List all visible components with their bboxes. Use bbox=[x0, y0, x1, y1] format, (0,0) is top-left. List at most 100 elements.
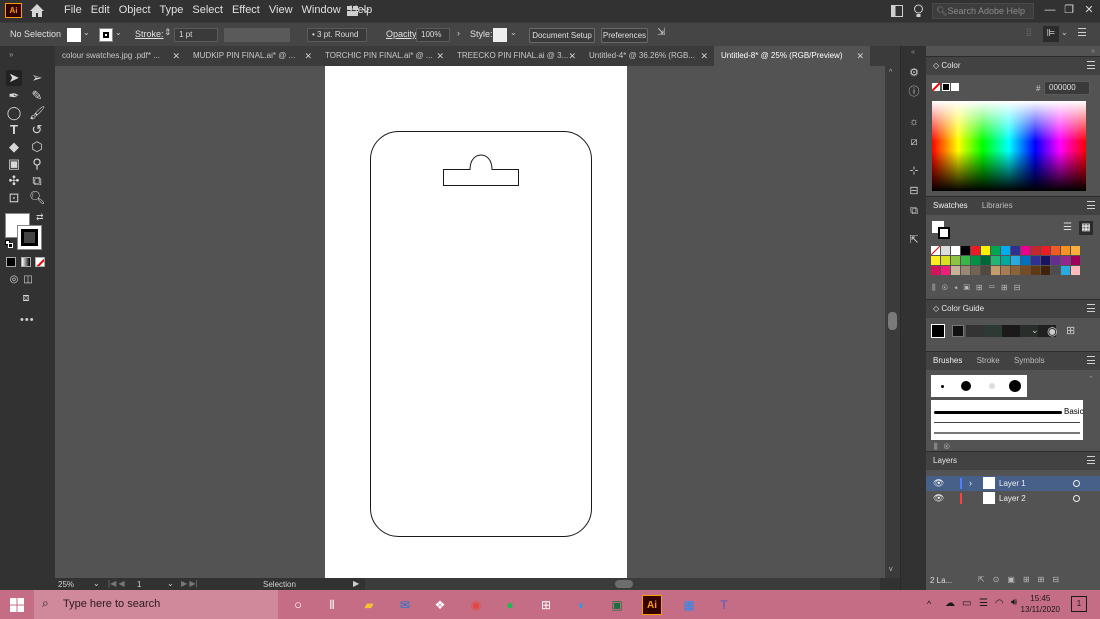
menu-file[interactable]: File bbox=[64, 4, 87, 16]
brush-list[interactable]: Basic bbox=[931, 400, 1084, 440]
control-menu-icon[interactable] bbox=[1078, 28, 1088, 37]
selection-tool-icon[interactable]: ➤ bbox=[6, 70, 22, 86]
target-circle-icon[interactable] bbox=[1073, 480, 1080, 487]
brush-presets[interactable] bbox=[931, 375, 1027, 397]
tab-brushes[interactable]: Brushes bbox=[933, 352, 962, 370]
artboard[interactable] bbox=[325, 66, 627, 578]
screen-mode-icon[interactable]: ◫ bbox=[20, 272, 36, 288]
layer-row-1[interactable]: 👁︎ › Layer 1 bbox=[926, 476, 1100, 491]
guide-swatch-1[interactable] bbox=[952, 325, 964, 337]
dropbox-icon[interactable]: ❖ bbox=[430, 595, 450, 615]
brush-scrollbar[interactable]: ⌃ bbox=[1088, 375, 1097, 440]
eyedropper-tool-icon[interactable]: ⚲ bbox=[29, 156, 45, 172]
next-artboard-icon[interactable]: ▶ ▶| bbox=[181, 579, 198, 588]
variable-width-profile[interactable] bbox=[224, 28, 290, 42]
paintbrush-tool-icon[interactable]: 🖌︎ bbox=[29, 105, 46, 121]
artboard-number[interactable]: 1 bbox=[137, 580, 141, 589]
opacity-chevron-icon[interactable]: › bbox=[457, 28, 460, 38]
layers-panel-menu-icon[interactable] bbox=[1087, 456, 1095, 464]
graphic-style-swatch[interactable] bbox=[493, 28, 507, 42]
strip-collapse-icon[interactable]: « bbox=[911, 49, 915, 56]
tab-symbols[interactable]: Symbols bbox=[1014, 352, 1045, 370]
pen-tool-icon[interactable]: ✒ bbox=[6, 88, 22, 104]
artboard-tool-icon[interactable]: ⊡ bbox=[6, 190, 22, 206]
menu-type[interactable]: Type bbox=[160, 4, 189, 16]
ellipse-tool-icon[interactable]: ◯ bbox=[6, 105, 22, 121]
minimize-button[interactable]: — bbox=[1043, 3, 1057, 17]
teams-icon[interactable]: T bbox=[714, 595, 734, 615]
menu-edit[interactable]: Edit bbox=[91, 4, 115, 16]
harmony-chevron-icon[interactable]: ⌄ bbox=[1031, 325, 1039, 336]
close-tab-icon[interactable]: ✕ bbox=[436, 46, 444, 66]
save-color-group-icon[interactable]: ⊞ bbox=[1066, 324, 1075, 337]
grid-view-icon[interactable]: ▦ bbox=[1079, 221, 1093, 235]
tab-untitled-8[interactable]: Untitled-8* @ 25% (RGB/Preview) ✕ bbox=[714, 46, 870, 66]
list-view-icon[interactable]: ☰ bbox=[1063, 223, 1074, 233]
export-icon[interactable]: ⇱ bbox=[907, 233, 921, 247]
rotate-tool-icon[interactable]: ↺ bbox=[29, 122, 45, 138]
opacity-label[interactable]: Opacity: bbox=[386, 29, 419, 39]
layers-footer-icons[interactable]: ⇱⊙▣⊞⊞⊟ bbox=[978, 575, 1096, 584]
stroke-dropdown-chevron-icon[interactable]: ⌄ bbox=[115, 28, 126, 42]
color-mode-icon[interactable] bbox=[6, 257, 16, 267]
stroke-weight-field[interactable]: 1 pt bbox=[174, 28, 218, 42]
stroke-stepper-icon[interactable]: ⇕ bbox=[164, 27, 172, 38]
home-icon[interactable] bbox=[29, 3, 45, 18]
canvas-area[interactable] bbox=[55, 66, 885, 578]
vertical-scrollbar[interactable]: ^ v bbox=[885, 66, 900, 578]
artboard-chevron-icon[interactable]: ⌄ bbox=[167, 579, 174, 588]
mail-icon[interactable]: ✉ bbox=[395, 595, 415, 615]
close-tab-icon[interactable]: ✕ bbox=[304, 46, 312, 66]
zoom-tool-icon[interactable]: 🔍︎ bbox=[29, 190, 46, 206]
zoom-chevron-icon[interactable]: ⌄ bbox=[93, 579, 100, 588]
appearance-icon[interactable]: ☼ bbox=[907, 115, 921, 129]
tab-libraries[interactable]: Libraries bbox=[982, 197, 1013, 215]
harmony-swatches[interactable] bbox=[966, 325, 1056, 337]
opacity-field[interactable]: 100% bbox=[416, 28, 450, 42]
visibility-eye-icon[interactable]: 👁︎ bbox=[933, 491, 944, 506]
layer-row-2[interactable]: 👁︎ Layer 2 bbox=[926, 491, 1100, 506]
swatches-panel-menu-icon[interactable] bbox=[1087, 201, 1095, 209]
close-tab-icon[interactable]: ✕ bbox=[568, 46, 576, 66]
tab-stroke[interactable]: Stroke bbox=[977, 352, 1000, 370]
excel-icon[interactable]: ▣ bbox=[607, 595, 627, 615]
color-spectrum[interactable] bbox=[932, 101, 1086, 191]
menu-window[interactable]: Window bbox=[302, 4, 346, 16]
horizontal-scroll-thumb[interactable] bbox=[615, 580, 633, 588]
search-adobe-help-input[interactable]: 🔍︎Search Adobe Help bbox=[932, 3, 1034, 19]
layer-name[interactable]: Layer 1 bbox=[999, 476, 1026, 491]
tab-untitled-4[interactable]: Untitled-4* @ 36.26% (RGB... ✕ bbox=[582, 46, 714, 66]
horizontal-scrollbar[interactable] bbox=[365, 578, 880, 590]
workspace-switcher-icon[interactable] bbox=[346, 4, 372, 18]
artboards-icon[interactable]: ⧉ bbox=[907, 204, 921, 218]
grid-icon[interactable]: ⁞⁞ bbox=[1026, 28, 1032, 39]
tab-treecko[interactable]: TREECKO PIN FINAL.ai @ 3... ✕ bbox=[450, 46, 582, 66]
zoom-level[interactable]: 25% bbox=[58, 580, 74, 589]
black-color-icon[interactable] bbox=[942, 83, 950, 91]
expand-chevron-icon[interactable]: › bbox=[969, 476, 972, 491]
close-button[interactable]: ✕ bbox=[1082, 3, 1096, 17]
align-icon[interactable]: ⊹ bbox=[907, 164, 921, 178]
first-artboard-icon[interactable]: |◀ ◀ bbox=[108, 579, 125, 588]
brush-definition-dropdown[interactable]: • 3 pt. Round bbox=[307, 28, 367, 42]
task-view-icon[interactable]: ⫴ bbox=[322, 595, 342, 615]
pin-card-outline[interactable] bbox=[325, 66, 627, 578]
taskbar-clock[interactable]: 15:45 13/11/2020 bbox=[1021, 593, 1060, 615]
eraser-tool-icon[interactable]: ◆ bbox=[6, 139, 22, 155]
shape-builder-tool-icon[interactable]: ⬡ bbox=[29, 139, 45, 155]
target-circle-icon[interactable] bbox=[1073, 495, 1080, 502]
info-icon[interactable]: ⓘ bbox=[907, 85, 921, 99]
hex-input[interactable]: 000000 bbox=[1044, 81, 1090, 95]
menu-effect[interactable]: Effect bbox=[232, 4, 265, 16]
menu-object[interactable]: Object bbox=[119, 4, 156, 16]
chrome-icon[interactable]: ◉ bbox=[466, 595, 486, 615]
puppet-warp-tool-icon[interactable]: ✣ bbox=[6, 173, 22, 189]
properties-gear-icon[interactable]: ⚙ bbox=[907, 66, 921, 80]
swatch-grid[interactable] bbox=[931, 246, 1087, 278]
stroke-color-box[interactable] bbox=[17, 225, 42, 250]
panel-toggle-chevron-icon[interactable]: ⌄ bbox=[1061, 28, 1068, 37]
tab-colour-swatches[interactable]: colour swatches.jpg .pdf* ... ✕ bbox=[55, 46, 186, 66]
symbol-sprayer-tool-icon[interactable]: ⧉ bbox=[29, 173, 45, 189]
base-color-swatch[interactable] bbox=[931, 324, 945, 338]
dropbox-tray-icon[interactable]: ☁ bbox=[945, 598, 955, 609]
